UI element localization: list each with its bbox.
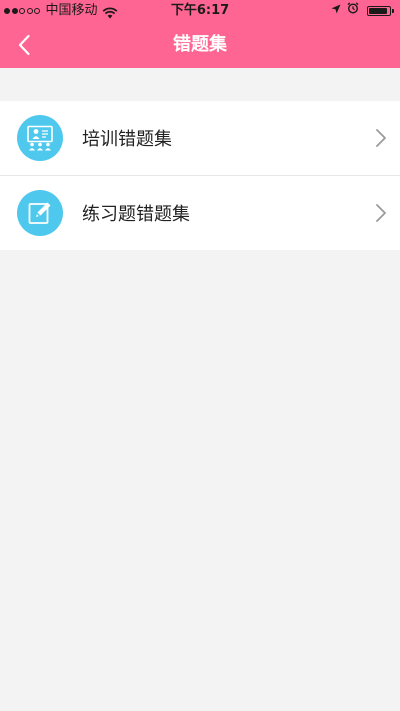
mistake-collection-list: 培训错题集 练习题错题集 (0, 101, 400, 250)
location-arrow-icon (331, 0, 341, 22)
navigation-bar: 错题集 (0, 22, 400, 68)
pencil-edit-icon (17, 190, 63, 236)
chevron-left-icon (18, 34, 30, 56)
status-right (325, 0, 394, 22)
list-item-exercise-mistakes[interactable]: 练习题错题集 (0, 175, 400, 250)
chevron-right-icon (374, 203, 388, 223)
list-item-label: 练习题错题集 (82, 204, 190, 225)
app-header: 中国移动 下午6:17 错题集 (0, 0, 400, 68)
training-presentation-icon (17, 115, 63, 161)
back-button[interactable] (4, 22, 44, 68)
battery-cap (392, 9, 394, 13)
alarm-clock-icon (347, 0, 359, 22)
status-bar: 中国移动 下午6:17 (0, 0, 400, 22)
list-item-label: 培训错题集 (82, 129, 172, 150)
list-item-training-mistakes[interactable]: 培训错题集 (0, 101, 400, 175)
battery-icon (367, 6, 391, 16)
chevron-right-icon (374, 128, 388, 148)
page-title: 错题集 (173, 34, 227, 55)
